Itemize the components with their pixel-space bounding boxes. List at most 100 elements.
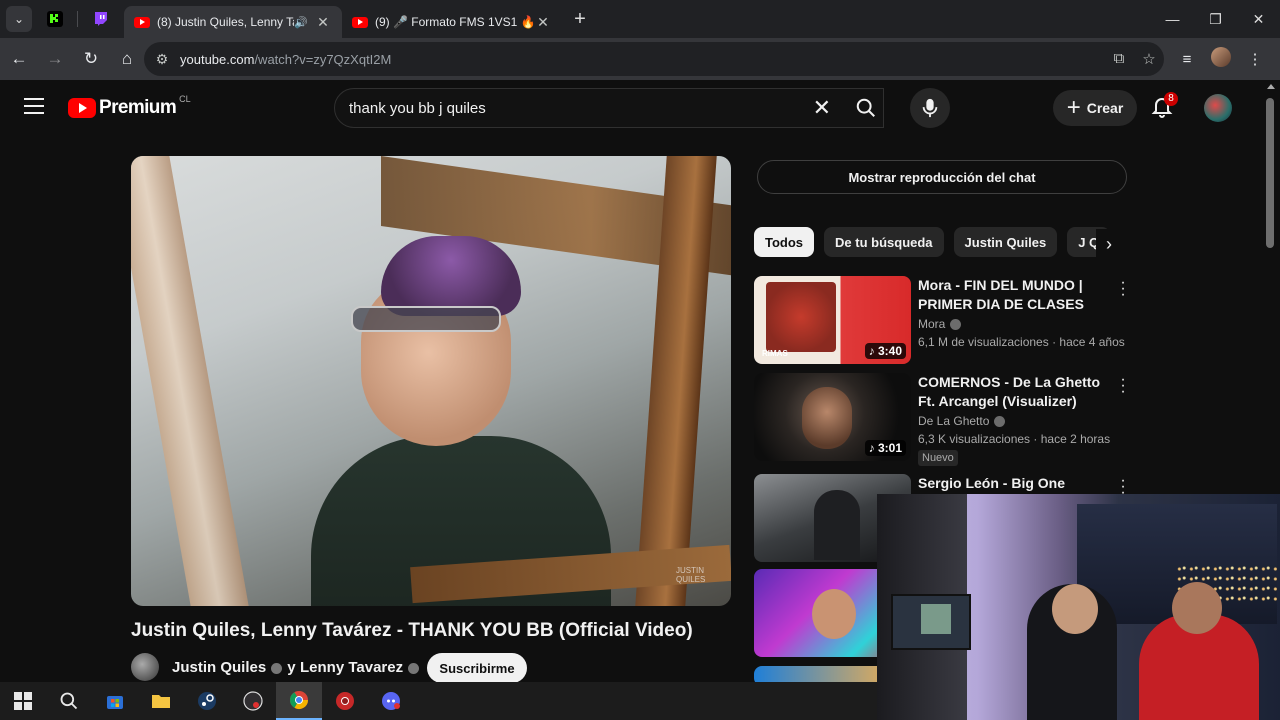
bookmark-star-icon[interactable]: ☆ — [1134, 50, 1164, 68]
create-button[interactable]: + Crear — [1053, 90, 1137, 126]
verified-icon — [994, 415, 1006, 427]
logo-text: Premium — [99, 97, 177, 118]
search-button[interactable] — [842, 88, 890, 128]
video-duration: ♪ 3:40 — [864, 343, 906, 359]
close-tab-icon[interactable]: ✕ — [534, 14, 552, 31]
tab-title: (8) Justin Quiles, Lenny Tavá — [157, 15, 294, 29]
microphone-icon — [922, 98, 938, 118]
channel-name-2[interactable]: Lenny Tavarez — [300, 659, 403, 676]
account-avatar[interactable] — [1204, 94, 1232, 122]
menu-icon[interactable] — [24, 98, 44, 116]
tab-justin-quiles[interactable]: (8) Justin Quiles, Lenny Tavá 🔊 ✕ — [124, 6, 342, 38]
home-icon[interactable]: ⌂ — [110, 42, 144, 76]
screen: ⌄ (8) Justin Quiles, Lenny Tavá 🔊 ✕ (9) … — [0, 0, 1280, 720]
youtube-favicon-icon — [134, 16, 150, 28]
store-icon — [107, 696, 123, 709]
windows-logo-icon — [14, 692, 32, 710]
tab-title: (9) 🎤 Formato FMS 1VS1 🔥 B — [375, 15, 534, 29]
video-watermark: JUSTIN QUILES — [676, 566, 706, 584]
pinned-tab-kick[interactable] — [32, 0, 78, 38]
tab-search-chevron-icon[interactable]: ⌄ — [6, 6, 32, 32]
new-badge: Nuevo — [918, 450, 958, 466]
search-query: thank you bb j quiles — [349, 99, 486, 117]
taskbar-chrome[interactable] — [276, 682, 322, 720]
webcam-overlay — [877, 494, 1280, 720]
notifications-button[interactable]: 8 — [1150, 92, 1178, 122]
channel-name[interactable]: Mora — [918, 317, 945, 331]
clear-search-icon[interactable]: ✕ — [813, 95, 831, 121]
minimize-icon[interactable]: — — [1151, 0, 1194, 38]
obs-icon — [243, 691, 263, 711]
verified-icon — [950, 318, 962, 330]
chrome-red-icon — [336, 692, 354, 710]
video-frame-left — [131, 156, 249, 606]
speaker-icon[interactable]: 🔊 — [294, 16, 310, 29]
media-controls-icon[interactable]: ≡ — [1170, 51, 1204, 68]
create-label: Crear — [1086, 100, 1124, 116]
chips-next-chevron-icon[interactable]: › — [1096, 229, 1122, 259]
reload-icon[interactable]: ↻ — [74, 42, 108, 76]
chip-justin-quiles[interactable]: Justin Quiles — [953, 227, 1058, 257]
pinned-tab-twitch[interactable] — [78, 0, 124, 38]
list-item[interactable]: RIMAS ♪ 3:40 Mora - FIN DEL MUNDO | PRIM… — [754, 275, 1134, 366]
search-input[interactable]: thank you bb j quiles ✕ — [334, 88, 884, 128]
video-title[interactable]: Mora - FIN DEL MUNDO | PRIMER DIA DE CLA… — [918, 276, 1118, 314]
youtube-logo-icon — [68, 98, 96, 118]
notifications-badge: 8 — [1164, 92, 1178, 106]
chip-de-tu-busqueda[interactable]: De tu búsqueda — [824, 227, 944, 257]
tab-formato-fms[interactable]: (9) 🎤 Formato FMS 1VS1 🔥 B ✕ — [342, 6, 562, 38]
browser-toolbar: ← → ↻ ⌂ ⚙ youtube.com/watch?v=zy7QzXqtI2… — [0, 38, 1280, 80]
show-chat-replay-button[interactable]: Mostrar reproducción del chat — [757, 160, 1127, 194]
taskbar-search[interactable] — [46, 682, 92, 720]
taskbar-file-explorer[interactable] — [138, 682, 184, 720]
back-arrow-icon[interactable]: ← — [2, 42, 36, 76]
video-title[interactable]: Sergio León - Big One — [918, 474, 1118, 493]
scroll-up-icon[interactable] — [1267, 84, 1275, 89]
close-window-icon[interactable]: ✕ — [1237, 0, 1280, 38]
video-player[interactable]: JUSTIN QUILES — [131, 156, 731, 606]
search-icon — [60, 692, 78, 710]
plus-icon: + — [1066, 94, 1081, 121]
video-title[interactable]: COMERNOS - De La Ghetto Ft. Arcangel (Vi… — [918, 373, 1118, 411]
video-thumbnail[interactable]: ♪ 3:01 — [754, 373, 911, 461]
taskbar-store[interactable] — [92, 682, 138, 720]
voice-search-button[interactable] — [910, 88, 950, 128]
taskbar-discord[interactable] — [368, 682, 414, 720]
taskbar-steam[interactable] — [184, 682, 230, 720]
twitch-icon — [95, 12, 107, 26]
close-tab-icon[interactable]: ✕ — [314, 14, 332, 31]
forward-arrow-icon[interactable]: → — [38, 42, 72, 76]
url-host: youtube.com — [180, 51, 255, 67]
youtube-masthead: Premium CL thank you bb j quiles ✕ + Cre… — [0, 80, 1262, 136]
restore-icon[interactable]: ❐ — [1194, 0, 1237, 38]
video-subject — [311, 236, 611, 606]
youtube-favicon-icon — [352, 16, 368, 28]
site-info-icon[interactable]: ⚙ — [144, 51, 180, 68]
channel-name[interactable]: Justin Quiles — [172, 659, 266, 676]
channel-avatar[interactable] — [131, 653, 159, 681]
profile-avatar[interactable] — [1204, 47, 1238, 71]
start-button[interactable] — [0, 682, 46, 720]
filter-chips: Todos De tu búsqueda Justin Quiles J Q — [754, 227, 1124, 259]
steam-icon — [198, 692, 216, 710]
scrollbar-thumb[interactable] — [1266, 98, 1274, 248]
more-options-icon[interactable]: · · · — [1118, 275, 1128, 303]
video-meta: 6,3 K visualizaciones · hace 2 horas — [918, 432, 1111, 446]
video-owner-row: Justin Quiles y Lenny Tavarez — [131, 652, 424, 682]
youtube-premium-logo[interactable]: Premium CL — [68, 94, 191, 119]
new-tab-plus-icon[interactable]: + — [566, 8, 594, 31]
search-icon — [856, 98, 875, 117]
more-options-icon[interactable]: · · · — [1118, 372, 1128, 400]
video-duration: ♪ 3:01 — [864, 440, 906, 456]
subscribe-button[interactable]: Suscribirme — [427, 653, 527, 683]
channel-join-word: y — [287, 658, 296, 676]
list-item[interactable]: ♪ 3:01 COMERNOS - De La Ghetto Ft. Arcan… — [754, 372, 1134, 468]
address-bar[interactable]: ⚙ youtube.com/watch?v=zy7QzXqtI2M ⧉ ☆ — [144, 42, 1164, 76]
install-app-icon[interactable]: ⧉ — [1104, 50, 1134, 68]
browser-menu-icon[interactable]: ⋮ — [1238, 50, 1272, 68]
channel-name[interactable]: De La Ghetto — [918, 414, 989, 428]
video-thumbnail[interactable]: RIMAS ♪ 3:40 — [754, 276, 911, 364]
taskbar-chrome-profile[interactable] — [322, 682, 368, 720]
chip-todos[interactable]: Todos — [754, 227, 815, 257]
taskbar-obs[interactable] — [230, 682, 276, 720]
